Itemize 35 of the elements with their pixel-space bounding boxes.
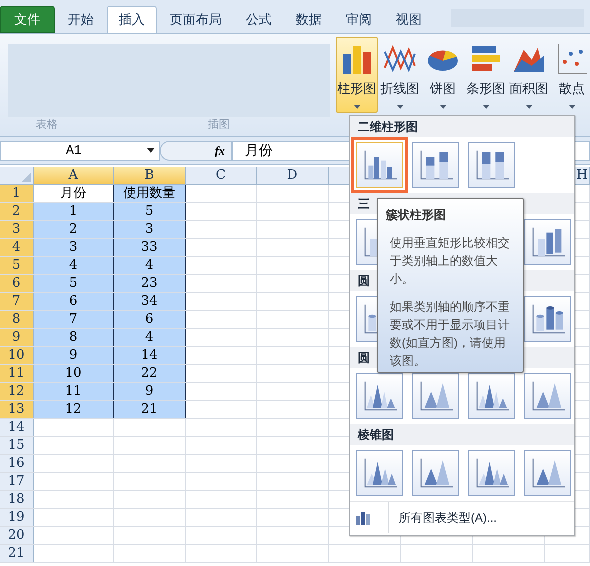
table-cell: 使用数量 (114, 185, 186, 202)
table-cell: 4 (114, 257, 186, 274)
tooltip-title: 簇状柱形图 (386, 207, 447, 224)
tooltip-text: 使用垂直矩形比较相交于类别轴上的数值大小。 (389, 235, 511, 288)
table-cell: 3 (114, 221, 186, 238)
section-heading: 棱锥图 (358, 426, 394, 444)
table-cell: 14 (114, 347, 186, 364)
table-cell: 10 (34, 365, 114, 382)
table-cell: 9 (114, 383, 186, 400)
group-label: 表格 (36, 118, 58, 132)
table-cell: 23 (114, 275, 186, 292)
table-cell: 34 (114, 293, 186, 310)
tooltip-text: 如果类别轴的顺序不重要或不用于显示项目计数(如直方图)，请使用该图。 (389, 299, 511, 370)
section-heading: 三 (358, 196, 370, 212)
table-cell: 12 (34, 401, 114, 418)
table-cell: 6 (114, 311, 186, 328)
table-cell: 4 (114, 329, 186, 346)
table-cell: 2 (34, 221, 114, 238)
table-cell: 5 (114, 203, 186, 220)
table-cell: 33 (114, 239, 186, 256)
table-cell: 21 (114, 401, 186, 418)
table-cell: 3 (34, 239, 114, 256)
table-cell: 4 (34, 257, 114, 274)
table-cell: 5 (34, 275, 114, 292)
table-cell: 22 (114, 365, 186, 382)
table-cell: 11 (34, 383, 114, 400)
section-heading: 圆 (358, 350, 370, 366)
table-cell: 6 (34, 293, 114, 310)
table-cell: 9 (34, 347, 114, 364)
table-cell: 7 (34, 311, 114, 328)
table-cell: 1 (34, 203, 114, 220)
section-heading: 圆 (358, 272, 370, 290)
group-label: 插图 (208, 118, 230, 132)
table-cell: 8 (34, 329, 114, 346)
section-heading: 二维柱形图 (358, 118, 418, 136)
